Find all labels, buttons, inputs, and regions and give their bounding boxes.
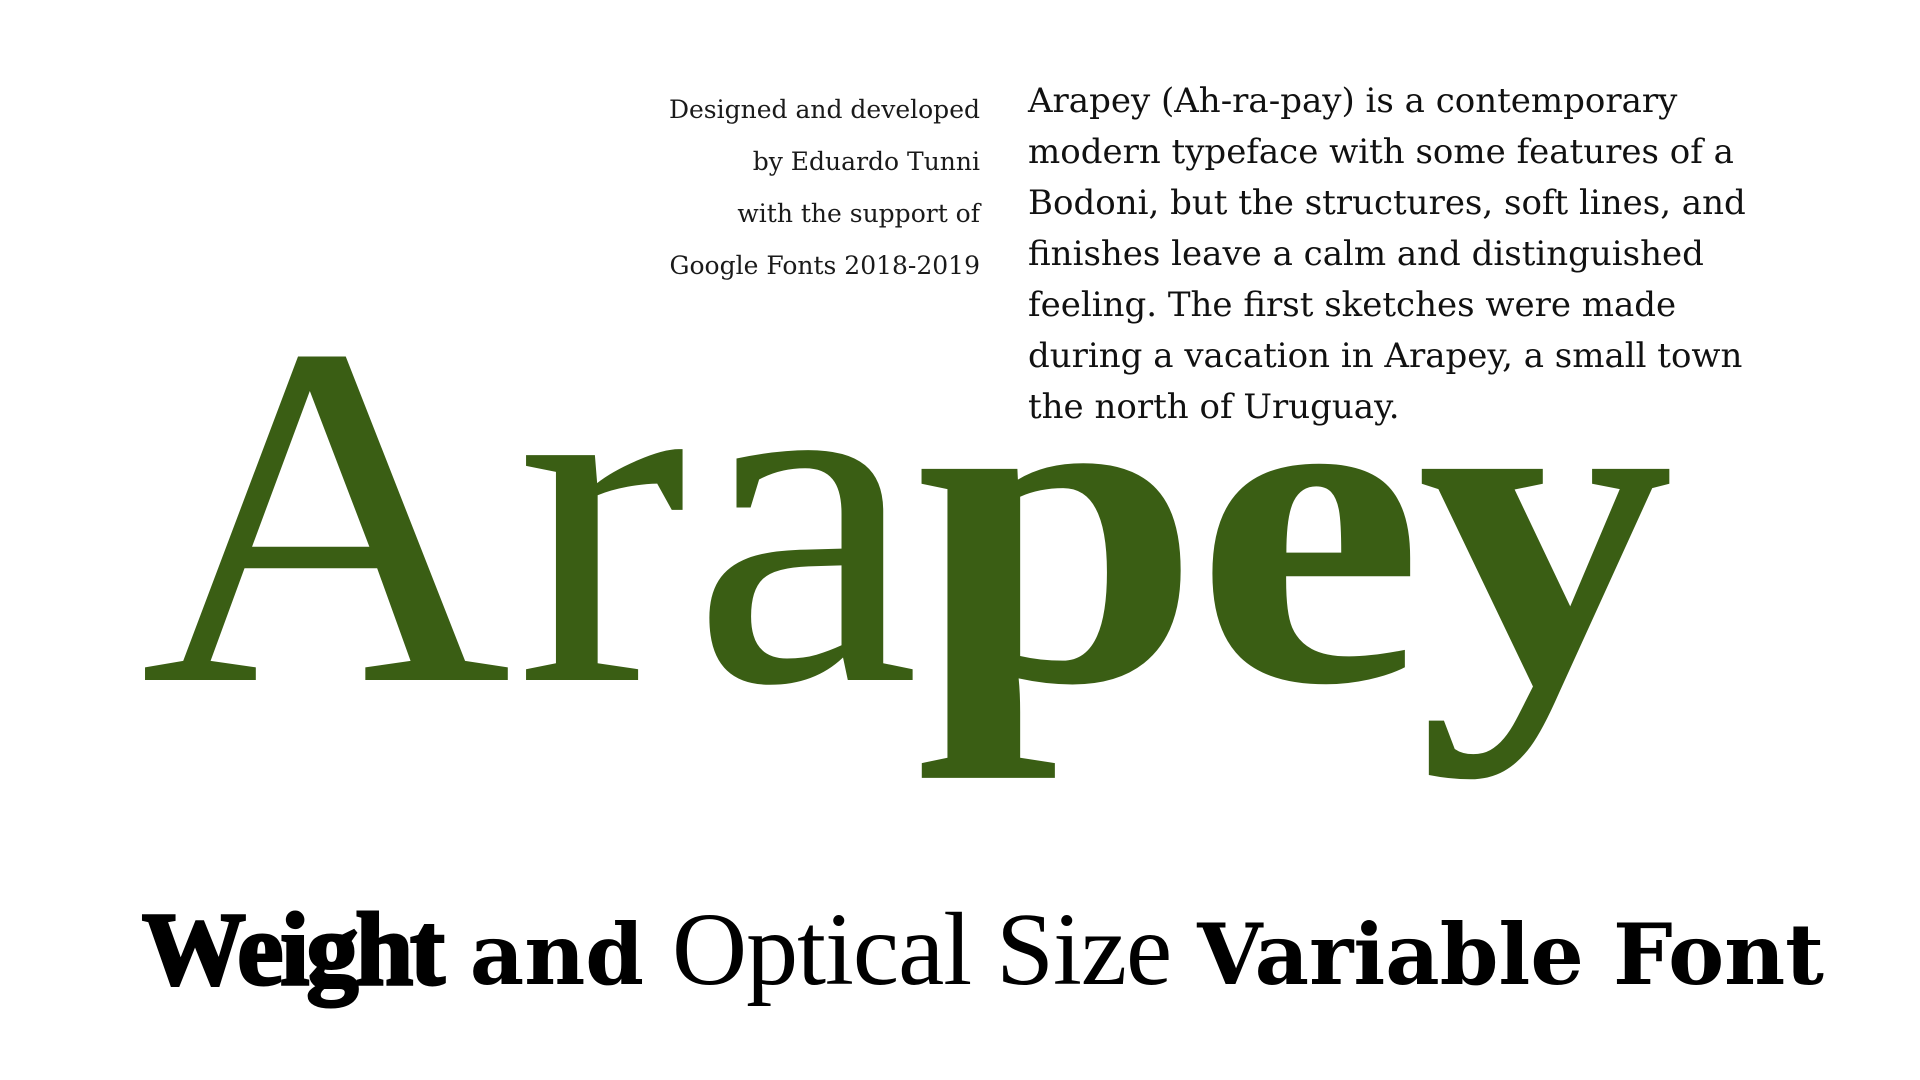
wordmark-heavy-part: pey [914, 270, 1674, 780]
description-line-1: Arapey (Ah-ra-pay) is a contemporary [1028, 81, 1678, 121]
credits-line-2: by Eduardo Tunni [752, 147, 980, 176]
wordmark-light-part: Ara [140, 243, 924, 786]
tagline-word-variable-font: Variable Font [1197, 905, 1824, 1004]
tagline-word-optical-size: Optical Size [672, 892, 1172, 1007]
credits-line-3: with the support of [737, 199, 980, 228]
description-line-3: Bodoni, but the structures, soft lines, … [1028, 183, 1746, 223]
font-wordmark: Ara pey [140, 243, 1674, 830]
credits-line-1: Designed and developed [668, 95, 980, 124]
tagline-word-and: and [469, 905, 645, 1004]
description-line-2: modern typeface with some features of a [1028, 132, 1734, 172]
tagline: Weight and Optical Size Variable Font [141, 892, 1824, 1007]
tagline-word-weight: Weight [141, 892, 447, 1007]
